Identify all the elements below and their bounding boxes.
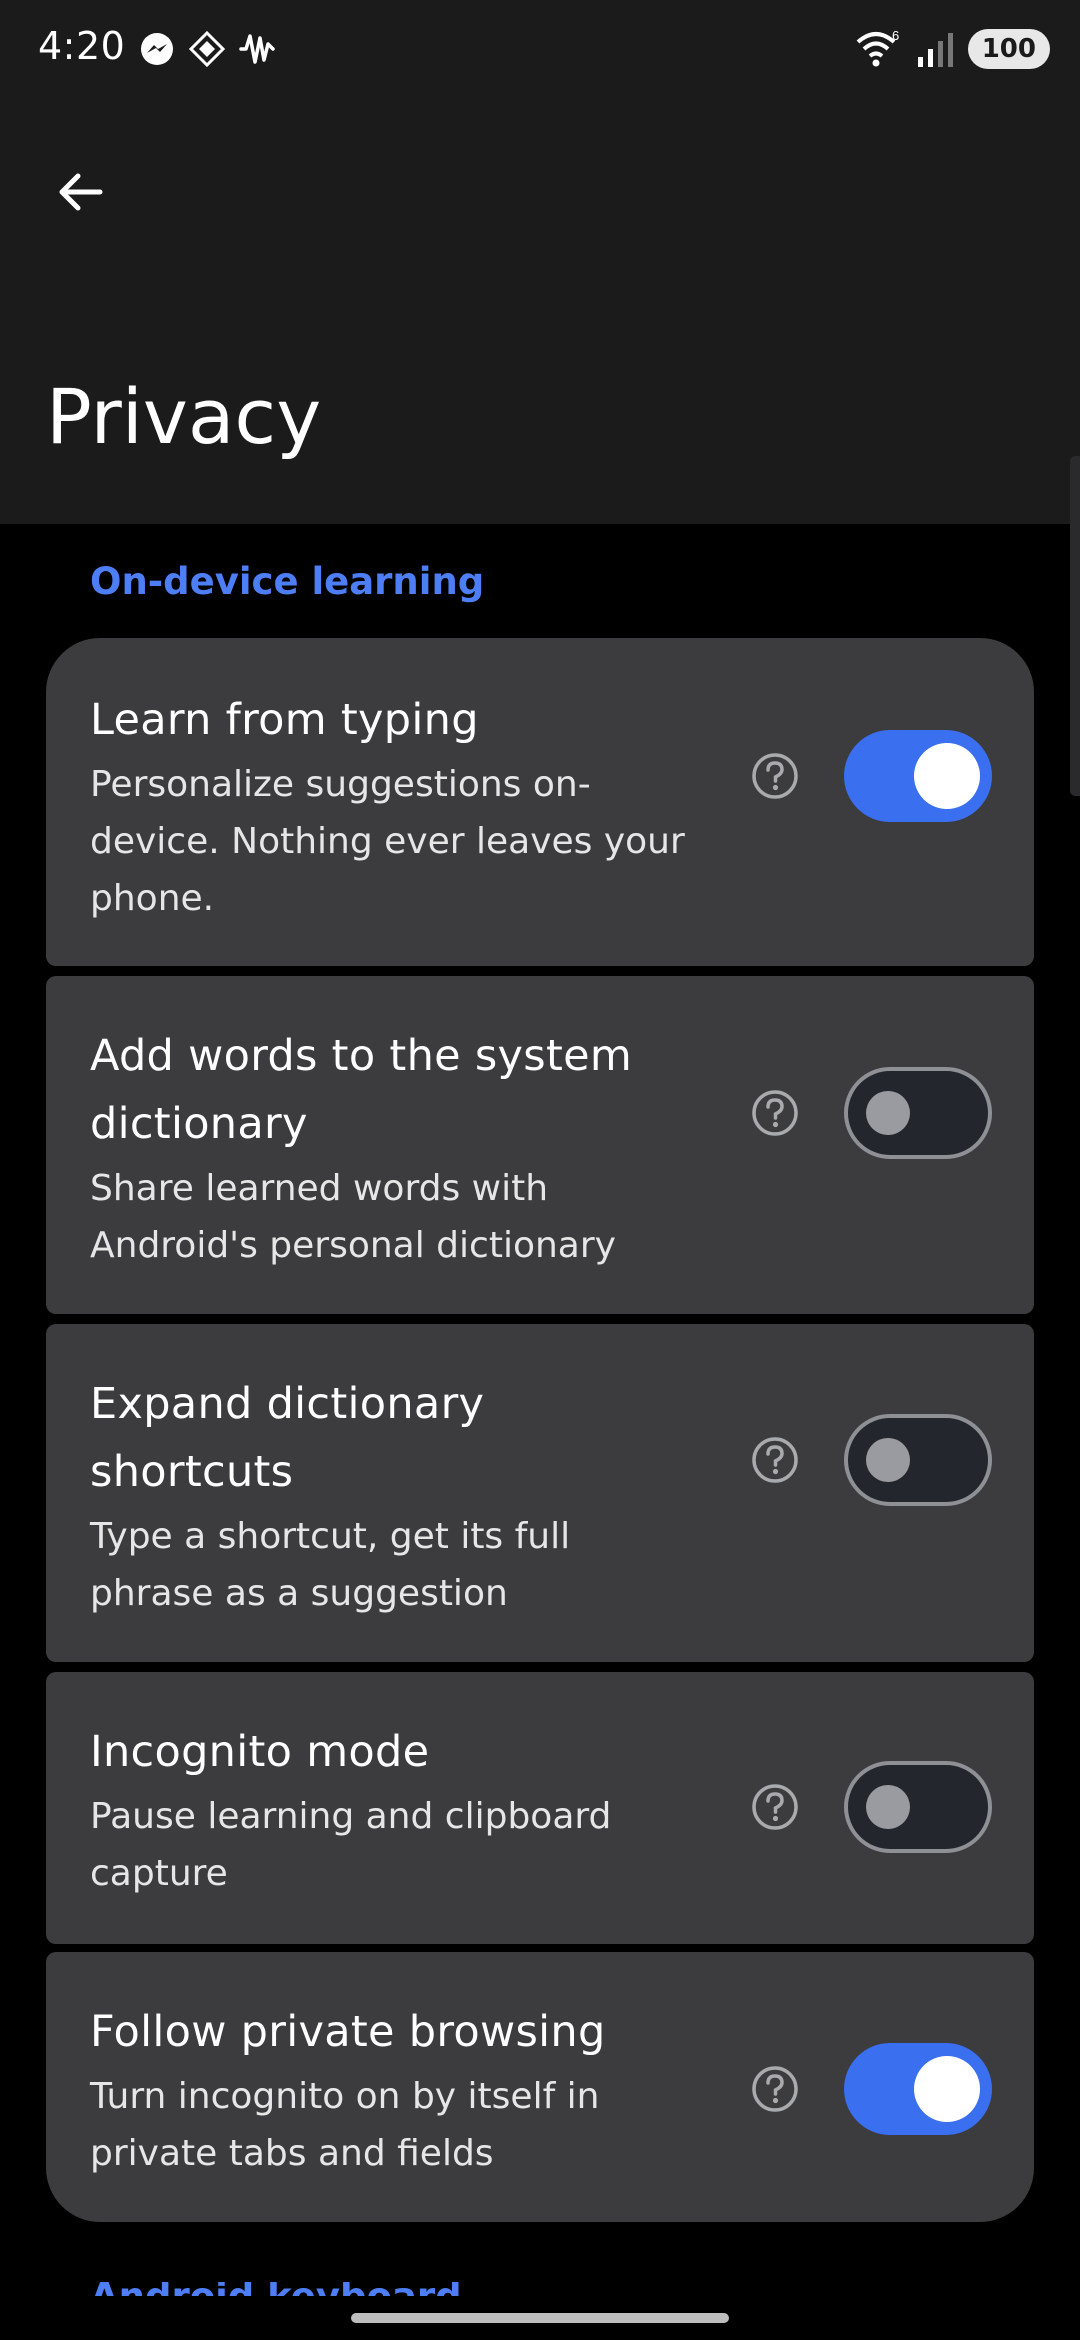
- setting-summary: Share learned words with Android's perso…: [90, 1168, 616, 1266]
- sparkle-app-icon: [188, 30, 226, 68]
- home-gesture-bar[interactable]: [351, 2313, 729, 2323]
- setting-summary: Pause learning and clipboard capture: [90, 1796, 612, 1894]
- status-time: 4:20: [38, 24, 126, 68]
- toggle-thumb: [866, 1438, 910, 1482]
- setting-text: Follow private browsing Turn incognito o…: [90, 1998, 690, 2182]
- setting-follow-private-browsing[interactable]: Follow private browsing Turn incognito o…: [46, 1952, 1034, 2222]
- toggle-thumb: [914, 2056, 980, 2122]
- toggle-thumb: [866, 1785, 910, 1829]
- waveform-icon: [239, 34, 275, 64]
- incognito-mode-toggle[interactable]: [844, 1761, 992, 1853]
- app-bar: Privacy: [0, 100, 1080, 524]
- setting-title: Follow private browsing: [90, 2007, 606, 2057]
- learn-from-typing-toggle[interactable]: [844, 730, 992, 822]
- setting-learn-from-typing[interactable]: Learn from typing Personalize suggestion…: [46, 638, 1034, 966]
- add-words-to-system-dictionary-toggle[interactable]: [844, 1067, 992, 1159]
- setting-summary: Personalize suggestions on-device. Nothi…: [90, 764, 685, 919]
- help-icon[interactable]: [750, 2064, 800, 2114]
- setting-summary: Turn incognito on by itself in private t…: [90, 2076, 600, 2174]
- battery-indicator: 100: [967, 29, 1050, 69]
- setting-expand-dictionary-shortcuts[interactable]: Expand dictionary shortcuts Type a short…: [46, 1324, 1034, 1662]
- signal-icon: [917, 33, 953, 67]
- follow-private-browsing-toggle[interactable]: [844, 2043, 992, 2135]
- setting-text: Learn from typing Personalize suggestion…: [90, 686, 690, 927]
- help-icon[interactable]: [750, 1782, 800, 1832]
- setting-title: Incognito mode: [90, 1727, 430, 1777]
- setting-summary: Type a shortcut, get its full phrase as …: [90, 1516, 571, 1614]
- notification-icons: [138, 30, 276, 68]
- setting-text: Incognito mode Pause learning and clipbo…: [90, 1718, 690, 1902]
- expand-dictionary-shortcuts-toggle[interactable]: [844, 1414, 992, 1506]
- section-header-on-device-learning: On-device learning: [90, 560, 485, 603]
- scrollbar[interactable]: [1070, 456, 1080, 796]
- help-icon[interactable]: [750, 1435, 800, 1485]
- setting-add-words-to-system-dictionary[interactable]: Add words to the system dictionary Share…: [46, 976, 1034, 1314]
- system-icons: 6 100: [854, 28, 1050, 70]
- setting-title: Add words to the system dictionary: [90, 1031, 633, 1149]
- help-icon[interactable]: [750, 751, 800, 801]
- messenger-icon: [141, 33, 173, 65]
- status-bar: 4:20 6 100: [0, 0, 1080, 100]
- page-title: Privacy: [46, 372, 322, 461]
- setting-incognito-mode[interactable]: Incognito mode Pause learning and clipbo…: [46, 1672, 1034, 1944]
- help-icon[interactable]: [750, 1088, 800, 1138]
- svg-text:6: 6: [892, 28, 899, 43]
- setting-title: Expand dictionary shortcuts: [90, 1379, 485, 1497]
- wifi-6-icon: 6: [856, 28, 899, 67]
- setting-title: Learn from typing: [90, 695, 479, 745]
- toggle-thumb: [914, 743, 980, 809]
- toggle-thumb: [866, 1091, 910, 1135]
- back-button[interactable]: [36, 148, 124, 236]
- section-header-next: Android keyboard: [90, 2282, 462, 2296]
- setting-text: Expand dictionary shortcuts Type a short…: [90, 1370, 690, 1622]
- arrow-left-icon: [59, 173, 103, 211]
- setting-text: Add words to the system dictionary Share…: [90, 1022, 690, 1274]
